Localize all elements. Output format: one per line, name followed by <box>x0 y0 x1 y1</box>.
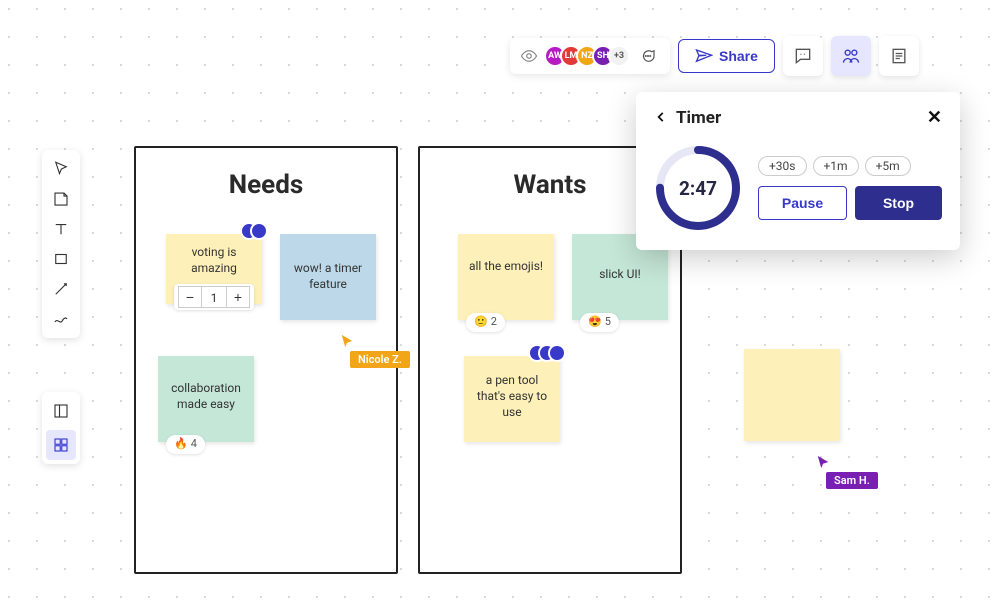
pause-button[interactable]: Pause <box>758 186 847 220</box>
cursor-name: Sam H. <box>826 472 878 489</box>
chat-icon[interactable] <box>636 44 660 68</box>
stepper-increment[interactable]: + <box>226 286 250 308</box>
quick-add-row: +30s +1m +5m <box>758 156 942 176</box>
reaction-emoji: 🔥 <box>174 437 188 452</box>
sticky-text: voting is amazing <box>191 245 237 275</box>
line-tool[interactable] <box>46 274 76 304</box>
avatar-stack[interactable]: AW LM NZ SH +3 <box>544 45 630 67</box>
timer-title: Timer <box>676 108 721 128</box>
timer-remaining: 2:47 <box>654 144 742 232</box>
reaction-badge[interactable]: 🔥 4 <box>166 435 205 454</box>
sticky-note[interactable]: a pen tool that's easy to use <box>464 356 560 442</box>
sticky-note[interactable]: all the emojis! 🙂 2 <box>458 234 554 320</box>
select-tool[interactable] <box>46 154 76 184</box>
timer-panel: Timer ✕ 2:47 +30s +1m +5m Pause Stop <box>636 92 960 250</box>
sticky-text: slick UI! <box>599 267 641 281</box>
sticky-note-empty[interactable] <box>744 349 840 441</box>
top-bar: AW LM NZ SH +3 Share <box>510 36 960 76</box>
avatar-overflow[interactable]: +3 <box>608 45 630 67</box>
shape-tool[interactable] <box>46 244 76 274</box>
sticky-text: wow! a timer feature <box>294 261 362 291</box>
selection-indicator <box>536 344 566 362</box>
sticky-note[interactable]: wow! a timer feature <box>280 234 376 320</box>
sticky-text: all the emojis! <box>469 259 543 273</box>
comments-button[interactable] <box>783 36 823 76</box>
sticky-tool[interactable] <box>46 184 76 214</box>
sticky-note[interactable]: collaboration made easy 🔥 4 <box>158 356 254 442</box>
reaction-count: 2 <box>491 315 497 330</box>
vote-stepper: − 1 + <box>174 284 254 310</box>
reaction-badge[interactable]: 🙂 2 <box>466 313 505 332</box>
draw-tool[interactable] <box>46 304 76 334</box>
left-toolbar-secondary <box>42 392 80 464</box>
reaction-count: 5 <box>605 315 611 330</box>
stepper-value: 1 <box>202 286 226 308</box>
sticky-text: collaboration made easy <box>171 381 241 411</box>
sticky-note[interactable]: voting is amazing − 1 + <box>166 234 262 304</box>
back-icon[interactable] <box>654 109 668 128</box>
notes-button[interactable] <box>879 36 919 76</box>
facilitation-button[interactable] <box>831 36 871 76</box>
templates-tool[interactable] <box>46 430 76 460</box>
frame-title: Needs <box>136 148 396 210</box>
share-button[interactable]: Share <box>678 39 775 73</box>
stop-button[interactable]: Stop <box>855 186 942 220</box>
share-label: Share <box>719 48 758 64</box>
reaction-badge[interactable]: 😍 5 <box>580 313 619 332</box>
quick-add-1m[interactable]: +1m <box>813 156 859 176</box>
reaction-emoji: 😍 <box>588 315 602 330</box>
quick-add-5m[interactable]: +5m <box>865 156 911 176</box>
frames-tool[interactable] <box>46 396 76 426</box>
text-tool[interactable] <box>46 214 76 244</box>
selection-indicator <box>248 222 268 240</box>
user-cursor: Nicole Z. <box>340 333 410 368</box>
user-cursor: Sam H. <box>816 454 878 489</box>
left-toolbar <box>42 150 80 338</box>
sticky-text: a pen tool that's easy to use <box>477 373 547 419</box>
cursor-name: Nicole Z. <box>350 351 410 368</box>
close-icon[interactable]: ✕ <box>927 109 942 127</box>
quick-add-30s[interactable]: +30s <box>758 156 807 176</box>
stepper-decrement[interactable]: − <box>178 286 202 308</box>
reaction-emoji: 🙂 <box>474 315 488 330</box>
timer-ring: 2:47 <box>654 144 742 232</box>
following-icon <box>520 47 538 65</box>
reaction-count: 4 <box>191 437 197 452</box>
presence-bar: AW LM NZ SH +3 <box>510 38 670 74</box>
